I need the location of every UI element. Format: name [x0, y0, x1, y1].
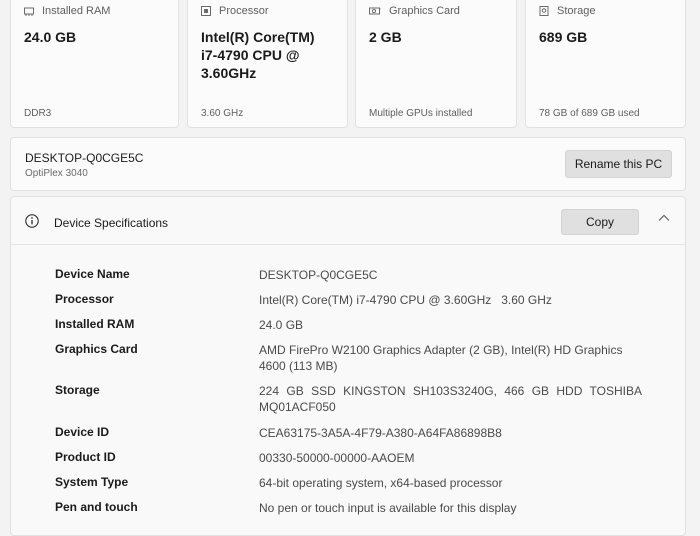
- spec-value: 24.0 GB: [259, 318, 304, 332]
- spec-value: No pen or touch input is available for t…: [259, 501, 517, 515]
- summary-cards: Installed RAM 24.0 GB DDR3 Processor Int…: [10, 0, 686, 130]
- card-subtitle: Multiple GPUs installed: [369, 108, 473, 119]
- card-title: Graphics Card: [389, 5, 460, 17]
- copy-button[interactable]: Copy: [561, 209, 639, 235]
- card-header: Processor: [201, 5, 269, 17]
- device-specifications-header[interactable]: Device Specifications Copy: [11, 197, 685, 245]
- spec-label: System Type: [55, 475, 129, 489]
- card-header: Graphics Card: [369, 5, 460, 17]
- spec-value: 00330-50000-00000-AAOEM: [259, 451, 415, 465]
- card-installed-ram: Installed RAM 24.0 GB DDR3: [10, 0, 179, 128]
- spec-label: Processor: [55, 292, 114, 306]
- spec-label: Graphics Card: [55, 342, 138, 356]
- device-specifications-title: Device Specifications: [54, 216, 169, 230]
- pc-model: OptiPlex 3040: [25, 168, 88, 179]
- spec-value: DESKTOP-Q0CGE5C: [259, 268, 378, 282]
- card-value: Intel(R) Core(TM) i7-4790 CPU @ 3.60GHz: [201, 29, 315, 81]
- card-value: 24.0 GB: [24, 29, 77, 45]
- card-subtitle: DDR3: [24, 108, 52, 119]
- card-graphics: Graphics Card 2 GB Multiple GPUs install…: [355, 0, 517, 128]
- card-storage: Storage 689 GB 78 GB of 689 GB used: [525, 0, 686, 128]
- spec-label: Product ID: [55, 450, 116, 464]
- card-value: 2 GB: [369, 29, 402, 45]
- card-value: 689 GB: [539, 29, 588, 45]
- spec-value: 64-bit operating system, x64-based proce…: [259, 476, 503, 490]
- memory-icon: [24, 7, 34, 16]
- storage-icon: [539, 6, 549, 16]
- card-title: Processor: [219, 5, 269, 17]
- card-subtitle: 78 GB of 689 GB used: [539, 108, 640, 119]
- pc-name-section: DESKTOP-Q0CGE5C OptiPlex 3040 Rename thi…: [10, 137, 686, 191]
- card-title: Storage: [557, 5, 596, 17]
- card-title: Installed RAM: [42, 5, 111, 17]
- chevron-up-icon[interactable]: [657, 213, 671, 223]
- spec-label: Storage: [55, 383, 100, 397]
- card-processor: Processor Intel(R) Core(TM) i7-4790 CPU …: [187, 0, 348, 128]
- spec-value: 224 GB SSD KINGSTON SH103S3240G, 466 GB …: [259, 384, 642, 414]
- spec-value: Intel(R) Core(TM) i7-4790 CPU @ 3.60GHz …: [259, 293, 552, 307]
- spec-label: Pen and touch: [55, 500, 138, 514]
- card-subtitle: 3.60 GHz: [201, 108, 244, 119]
- spec-value: CEA63175-3A5A-4F79-A380-A64FA86898B8: [259, 426, 502, 440]
- card-header: Installed RAM: [24, 5, 110, 17]
- card-header: Storage: [539, 5, 596, 17]
- processor-icon: [201, 6, 211, 16]
- spec-label: Device Name: [55, 267, 130, 281]
- spec-value: AMD FirePro W2100 Graphics Adapter (2 GB…: [259, 343, 623, 373]
- spec-label: Installed RAM: [55, 317, 135, 331]
- graphics-card-icon: [369, 7, 381, 15]
- spec-label: Device ID: [55, 425, 110, 439]
- info-icon: [25, 214, 39, 228]
- pc-name: DESKTOP-Q0CGE5C: [25, 151, 144, 165]
- rename-pc-button[interactable]: Rename this PC: [565, 150, 672, 178]
- device-specifications-panel: Device Specifications Copy Device Name D…: [10, 196, 686, 536]
